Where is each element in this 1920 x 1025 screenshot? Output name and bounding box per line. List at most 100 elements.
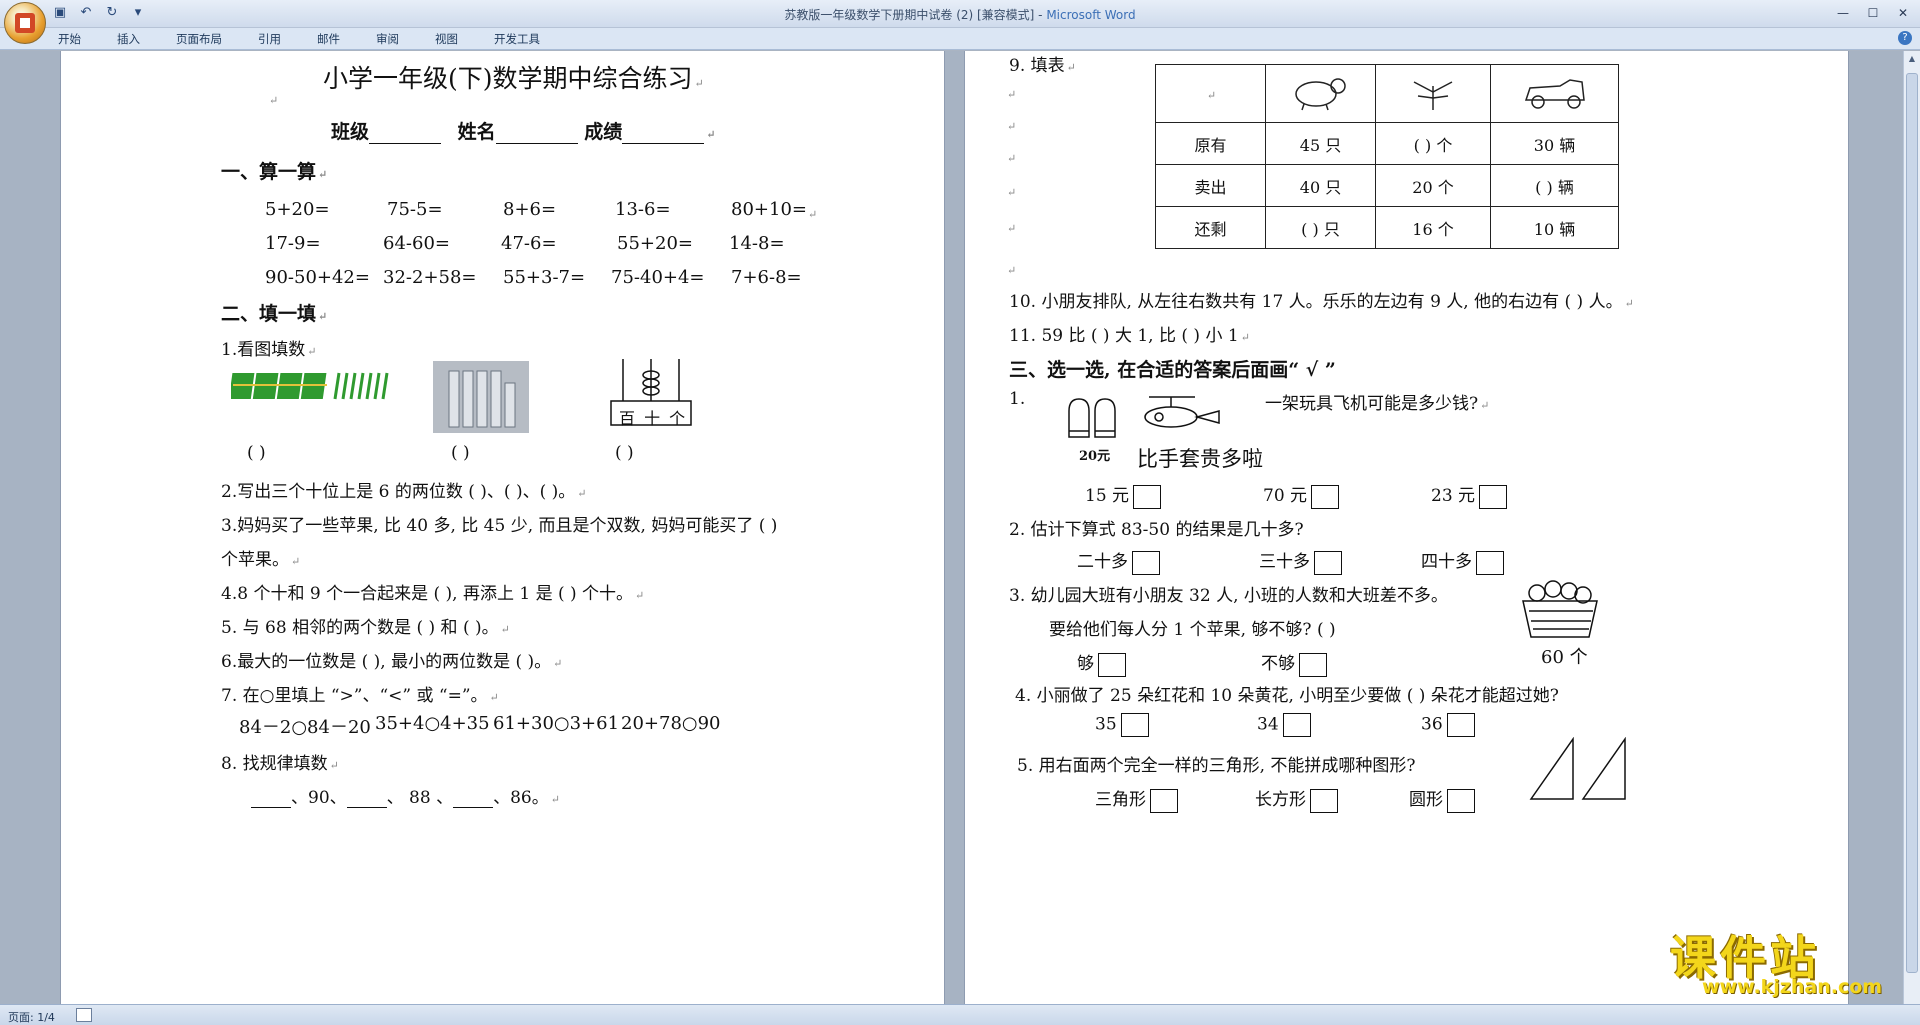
compare-item: 61+30○3+61 <box>493 713 620 734</box>
compare-item: 35+4○4+35 <box>375 713 490 734</box>
question-2: 2.写出三个十位上是 6 的两位数 ( )、( )、( )。 ↵ <box>221 482 587 502</box>
tab-home[interactable]: 开始 <box>58 31 81 47</box>
option: 四十多 <box>1421 547 1504 575</box>
checkbox[interactable] <box>1282 713 1311 737</box>
checkbox[interactable] <box>1479 484 1508 509</box>
animal-icon <box>1294 77 1346 110</box>
checkbox[interactable] <box>1476 550 1504 575</box>
paragraph-mark: ↵ <box>808 208 818 221</box>
calc-item: 14-8= <box>729 233 785 254</box>
question-10: 10. 小朋友排队, 从左往右数共有 17 人。乐乐的左边有 9 人, 他的右边… <box>1009 292 1634 312</box>
glove-price: 20元 <box>1079 449 1111 464</box>
calc-item: 7+6-8= <box>731 267 802 288</box>
student-info-line: 班级 姓名 成绩 ↵ <box>331 121 716 144</box>
app-name: Microsoft Word <box>1046 8 1136 22</box>
option: 34 <box>1257 713 1311 737</box>
tab-references[interactable]: 引用 <box>258 31 281 47</box>
office-button[interactable] <box>4 2 46 44</box>
window-title: 苏教版一年级数学下册期中试卷 (2) [兼容模式] - Microsoft Wo… <box>0 6 1920 23</box>
paragraph-mark: ↵ <box>269 94 279 107</box>
status-bar: 页面: 1/4 <box>0 1004 1920 1025</box>
answer-blank: ( ) <box>615 443 634 463</box>
table-row: 还剩 ( ) 只 16 个 10 辆 <box>1155 206 1619 249</box>
apple-basket-image <box>1522 580 1598 638</box>
option: 35 <box>1095 713 1149 737</box>
checkbox[interactable] <box>1447 788 1475 813</box>
calc-item: 75-40+4= <box>611 267 705 288</box>
help-icon[interactable]: ? <box>1898 31 1912 45</box>
abacus-label: 百 十 个 <box>619 409 688 428</box>
tab-insert[interactable]: 插入 <box>117 31 140 47</box>
table-header-animal <box>1265 64 1376 123</box>
question-1: 1.看图填数 ↵ <box>221 340 317 360</box>
paragraph-mark: ↵ <box>1007 222 1017 235</box>
calc-item: 55+20= <box>617 233 693 254</box>
checkbox[interactable] <box>1310 788 1338 813</box>
tab-review[interactable]: 审阅 <box>376 31 399 47</box>
calc-item: 55+3-7= <box>503 267 586 288</box>
tab-view[interactable]: 视图 <box>435 31 458 47</box>
question-9: 9. 填表 ↵ <box>1009 56 1076 76</box>
toy-plane-image <box>1144 396 1220 428</box>
scroll-up-icon[interactable]: ▲ <box>1904 51 1920 67</box>
answer-blank: ( ) <box>247 443 266 463</box>
ribbon-tabs: 开始 插入 页面布局 引用 邮件 审阅 视图 开发工具 ? <box>0 28 1920 50</box>
checkbox[interactable] <box>1314 550 1342 575</box>
maximize-icon[interactable]: ☐ <box>1860 3 1886 23</box>
car-icon <box>1524 78 1585 109</box>
tab-page-layout[interactable]: 页面布局 <box>176 31 222 47</box>
answer-blank: ( ) <box>451 443 470 463</box>
question-6: 6.最大的一位数是 ( ), 最小的两位数是 ( )。 ↵ <box>221 652 563 672</box>
checkbox[interactable] <box>1132 550 1160 575</box>
checkbox[interactable] <box>1311 484 1340 509</box>
table-header-car <box>1490 64 1619 123</box>
select-4-question: 4. 小丽做了 25 朵红花和 10 朵黄花, 小明至少要做 ( ) 朵花才能超… <box>1015 686 1559 706</box>
minimize-icon[interactable]: — <box>1830 3 1856 23</box>
option: 15 元 <box>1085 481 1162 509</box>
calc-item: 90-50+42= <box>265 267 370 288</box>
checkbox[interactable] <box>1098 652 1126 677</box>
calc-item: 8+6= <box>503 199 557 220</box>
pattern-line: 、90、、 88 、、86。 ↵ <box>251 783 560 808</box>
calc-item: 80+10= <box>731 199 807 220</box>
scroll-thumb[interactable] <box>1906 73 1918 973</box>
proofing-icon[interactable] <box>76 1008 92 1022</box>
basket-label: 60 个 <box>1541 647 1588 668</box>
calc-item: 47-6= <box>501 233 557 254</box>
question-11: 11. 59 比 ( ) 大 1, 比 ( ) 小 1 ↵ <box>1009 326 1250 346</box>
checkbox[interactable] <box>1150 788 1178 813</box>
select-5-question: 5. 用右面两个完全一样的三角形, 不能拼成哪种图形? <box>1017 756 1416 776</box>
checkbox[interactable] <box>1120 713 1149 737</box>
cube-towers-image <box>433 361 529 433</box>
plant-icon <box>1413 80 1453 110</box>
section-2-heading: 二、填一填 ↵ <box>221 303 328 325</box>
question-3: 3.妈妈买了一些苹果, 比 40 多, 比 45 少, 而且是个双数, 妈妈可能… <box>221 516 778 536</box>
tab-mailings[interactable]: 邮件 <box>317 31 340 47</box>
checkbox[interactable] <box>1446 713 1475 737</box>
question-7: 7. 在○里填上 “>”、“<” 或 “=”。 ↵ <box>221 686 499 706</box>
option: 够 <box>1077 649 1126 677</box>
checkbox[interactable] <box>1299 652 1327 677</box>
question-5: 5. 与 68 相邻的两个数是 ( ) 和 ( )。 ↵ <box>221 618 510 638</box>
calc-item: 75-5= <box>387 199 443 220</box>
option: 三十多 <box>1259 547 1342 575</box>
page-right[interactable]: 9. 填表 ↵ ↵ ↵ ↵ ↵ ↵ ↵ ↵ 原有 45 只 () 个 30 辆… <box>964 51 1849 1004</box>
doc-title: 小学一年级(下)数学期中综合练习 ↵ <box>323 64 704 93</box>
watermark-logo: 课件站 www.kjzhan.com <box>1662 922 1912 1000</box>
page-left[interactable]: 小学一年级(下)数学期中综合练习 ↵ ↵ 班级 姓名 成绩 ↵ 一、算一算 ↵ 5+2… <box>60 51 945 1004</box>
select-1-question: 一架玩具飞机可能是多少钱? ↵ <box>1265 394 1490 414</box>
select-3-question: 3. 幼儿园大班有小朋友 32 人, 小班的人数和大班差不多。 <box>1009 586 1448 606</box>
option: 36 <box>1421 713 1475 737</box>
office-logo-icon <box>15 13 35 33</box>
option: 长方形 <box>1255 785 1338 813</box>
tab-developer[interactable]: 开发工具 <box>494 31 540 47</box>
bundled-sticks-image <box>231 372 389 400</box>
watermark-url: www.kjzhan.com <box>1702 976 1883 998</box>
title-bar: ▣ ↶ ↻ ▾ 苏教版一年级数学下册期中试卷 (2) [兼容模式] - Micr… <box>0 0 1920 44</box>
checkbox[interactable] <box>1133 484 1162 509</box>
close-icon[interactable]: ✕ <box>1890 3 1916 23</box>
vertical-scrollbar[interactable]: ▲ <box>1903 51 1920 1004</box>
option: 23 元 <box>1431 481 1508 509</box>
calc-item: 32-2+58= <box>383 267 477 288</box>
page-count[interactable]: 页面: 1/4 <box>8 1009 55 1025</box>
